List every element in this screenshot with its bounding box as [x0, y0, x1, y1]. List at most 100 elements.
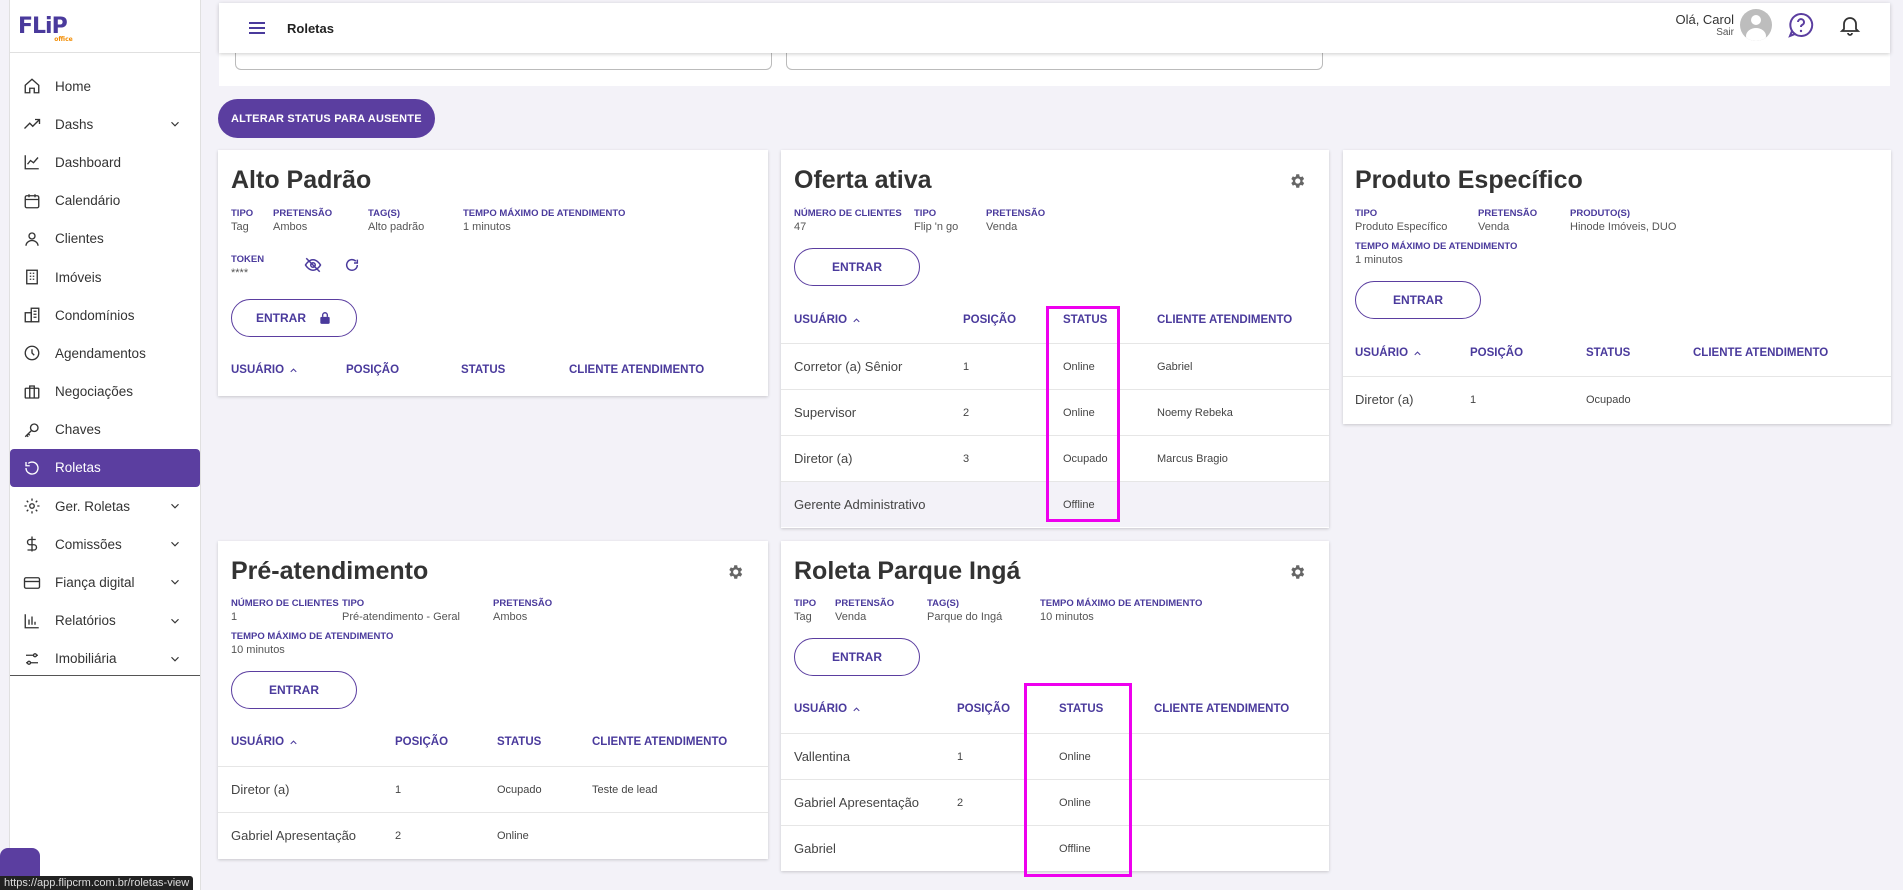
column-header-usuario[interactable]: USUÁRIO: [794, 703, 862, 715]
column-header-usuario[interactable]: USUÁRIO: [794, 314, 862, 326]
enter-button[interactable]: ENTRAR: [794, 638, 920, 676]
user-area: Olá, Carol Sair: [1675, 9, 1862, 41]
sidebar-item-clientes[interactable]: Clientes: [10, 220, 200, 258]
column-header-usuario[interactable]: USUÁRIO: [1355, 347, 1423, 359]
chevron-down-icon[interactable]: [168, 499, 182, 516]
clock-icon: [23, 344, 41, 362]
refresh-icon[interactable]: [344, 257, 360, 273]
sort-up-icon: [290, 739, 297, 744]
gear-icon[interactable]: [1288, 172, 1306, 190]
column-header-status: STATUS: [497, 736, 542, 748]
sidebar-item-negociacoes[interactable]: Negociações: [10, 373, 200, 411]
sidebar-item-imoveis[interactable]: Imóveis: [10, 258, 200, 296]
table-row[interactable]: Diretor (a) 1 Ocupado: [1343, 376, 1891, 422]
sidebar-item-label: Condomínios: [55, 307, 135, 323]
meta-numero-clientes: NÚMERO DE CLIENTES 47: [794, 208, 902, 233]
status-highlight-box: [1046, 306, 1120, 522]
table-row[interactable]: Gabriel Apresentação 2 Online: [218, 812, 768, 858]
meta-tempo: TEMPO MÁXIMO DE ATENDIMENTO 10 minutos: [231, 631, 394, 656]
set-absent-button[interactable]: ALTERAR STATUS PARA AUSENTE: [218, 99, 435, 138]
card-icon: [23, 574, 41, 592]
card-title: Roleta Parque Ingá: [794, 557, 1021, 585]
sort-up-icon: [290, 367, 297, 372]
greeting: Olá, Carol Sair: [1675, 12, 1734, 38]
sidebar-item-imobiliaria[interactable]: Imobiliária: [10, 640, 200, 678]
roleta-card-produto-especifico: Produto Específico TIPO Produto Específic…: [1343, 150, 1891, 424]
meta-pretensao: PRETENSÃO Venda: [1478, 208, 1538, 233]
avatar[interactable]: [1740, 9, 1772, 41]
column-header-cliente: CLIENTE ATENDIMENTO: [1154, 703, 1290, 715]
card-title: Pré-atendimento: [231, 557, 429, 585]
lock-icon: [320, 312, 330, 324]
sidebar-item-chaves[interactable]: Chaves: [10, 411, 200, 449]
menu-icon[interactable]: [249, 22, 265, 34]
sidebar-item-agendamentos[interactable]: Agendamentos: [10, 334, 200, 372]
column-header-cliente: CLIENTE ATENDIMENTO: [569, 364, 705, 376]
column-header-posicao: POSIÇÃO: [395, 736, 449, 748]
sidebar-item-comissoes[interactable]: Comissões: [10, 525, 200, 563]
briefcase-icon: [23, 383, 41, 401]
sidebar-item-label: Home: [55, 78, 92, 94]
meta-tipo: TIPO Tag: [794, 598, 817, 623]
sidebar-item-roletas[interactable]: Roletas: [10, 448, 200, 488]
status-highlight-box: [1024, 683, 1132, 877]
gear-icon[interactable]: [1288, 563, 1306, 581]
page-title: Roletas: [287, 20, 334, 36]
chevron-down-icon[interactable]: [168, 652, 182, 669]
sidebar-item-calendario[interactable]: Calendário: [10, 182, 200, 220]
sidebar-item-ger-roletas[interactable]: Ger. Roletas: [10, 487, 200, 525]
roulette-icon: [23, 459, 41, 477]
sidebar-nav: Home Dashs Dashboard Calendário Clientes…: [10, 53, 200, 678]
sidebar-item-dashboard[interactable]: Dashboard: [10, 143, 200, 181]
sidebar-item-home[interactable]: Home: [10, 67, 200, 105]
sort-up-icon: [853, 706, 860, 711]
status-url-tooltip: https://app.flipcrm.com.br/roletas-view: [0, 876, 194, 890]
sidebar-item-fianca-digital[interactable]: Fiança digital: [10, 563, 200, 601]
enter-button[interactable]: ENTRAR: [794, 248, 920, 286]
gear-icon[interactable]: [726, 563, 744, 581]
chevron-down-icon[interactable]: [168, 117, 182, 134]
meta-pretensao: PRETENSÃO Venda: [835, 598, 895, 623]
roleta-card-pre-atendimento: Pré-atendimento NÚMERO DE CLIENTES 1 TIPO…: [218, 541, 768, 859]
sidebar-item-relatorios[interactable]: Relatórios: [10, 602, 200, 640]
meta-tempo: TEMPO MÁXIMO DE ATENDIMENTO 1 minutos: [1355, 241, 1518, 266]
trending-icon: [23, 115, 41, 133]
meta-tipo: TIPO Pré-atendimento - Geral: [342, 598, 460, 623]
enter-button[interactable]: ENTRAR: [1355, 281, 1481, 319]
enter-button[interactable]: ENTRAR: [231, 671, 357, 709]
sidebar-item-label: Imóveis: [55, 269, 102, 285]
help-icon[interactable]: [1788, 12, 1814, 38]
chevron-down-icon[interactable]: [168, 537, 182, 554]
sidebar-item-label: Dashboard: [55, 154, 122, 170]
column-header-usuario[interactable]: USUÁRIO: [231, 736, 299, 748]
card-title: Produto Específico: [1355, 166, 1583, 194]
logout-link[interactable]: Sair: [1675, 27, 1734, 38]
bell-icon[interactable]: [1838, 13, 1862, 37]
meta-pretensao: PRETENSÃO Ambos: [273, 208, 333, 233]
greeting-text: Olá, Carol: [1675, 12, 1734, 27]
table-row[interactable]: Diretor (a) 1 Ocupado Teste de lead: [218, 766, 768, 812]
sidebar-item-label: Agendamentos: [55, 345, 146, 361]
column-header-posicao: POSIÇÃO: [346, 364, 400, 376]
sidebar-item-dashs[interactable]: Dashs: [10, 105, 200, 143]
chevron-down-icon[interactable]: [168, 575, 182, 592]
building-icon: [23, 268, 41, 286]
eye-off-icon[interactable]: [304, 256, 322, 274]
sidebar-item-label: Negociações: [55, 384, 134, 400]
logo-text: FLiP office: [18, 13, 73, 43]
column-header-cliente: CLIENTE ATENDIMENTO: [1157, 314, 1293, 326]
chevron-down-icon[interactable]: [168, 614, 182, 631]
sidebar-item-label: Clientes: [55, 231, 104, 247]
sort-up-icon: [853, 317, 860, 322]
card-title: Oferta ativa: [794, 166, 932, 194]
key-icon: [23, 421, 41, 439]
sidebar-item-condominios[interactable]: Condomínios: [10, 296, 200, 334]
meta-pretensao: PRETENSÃO Venda: [986, 208, 1046, 233]
column-header-usuario[interactable]: USUÁRIO: [231, 364, 299, 376]
meta-token: TOKEN ****: [231, 254, 265, 279]
column-header-status: STATUS: [461, 364, 506, 376]
topbar: Roletas Olá, Carol Sair: [219, 3, 1890, 53]
logo[interactable]: FLiP office: [10, 0, 200, 53]
meta-tempo: TEMPO MÁXIMO DE ATENDIMENTO 1 minutos: [463, 208, 626, 233]
enter-button[interactable]: ENTRAR: [231, 299, 357, 337]
